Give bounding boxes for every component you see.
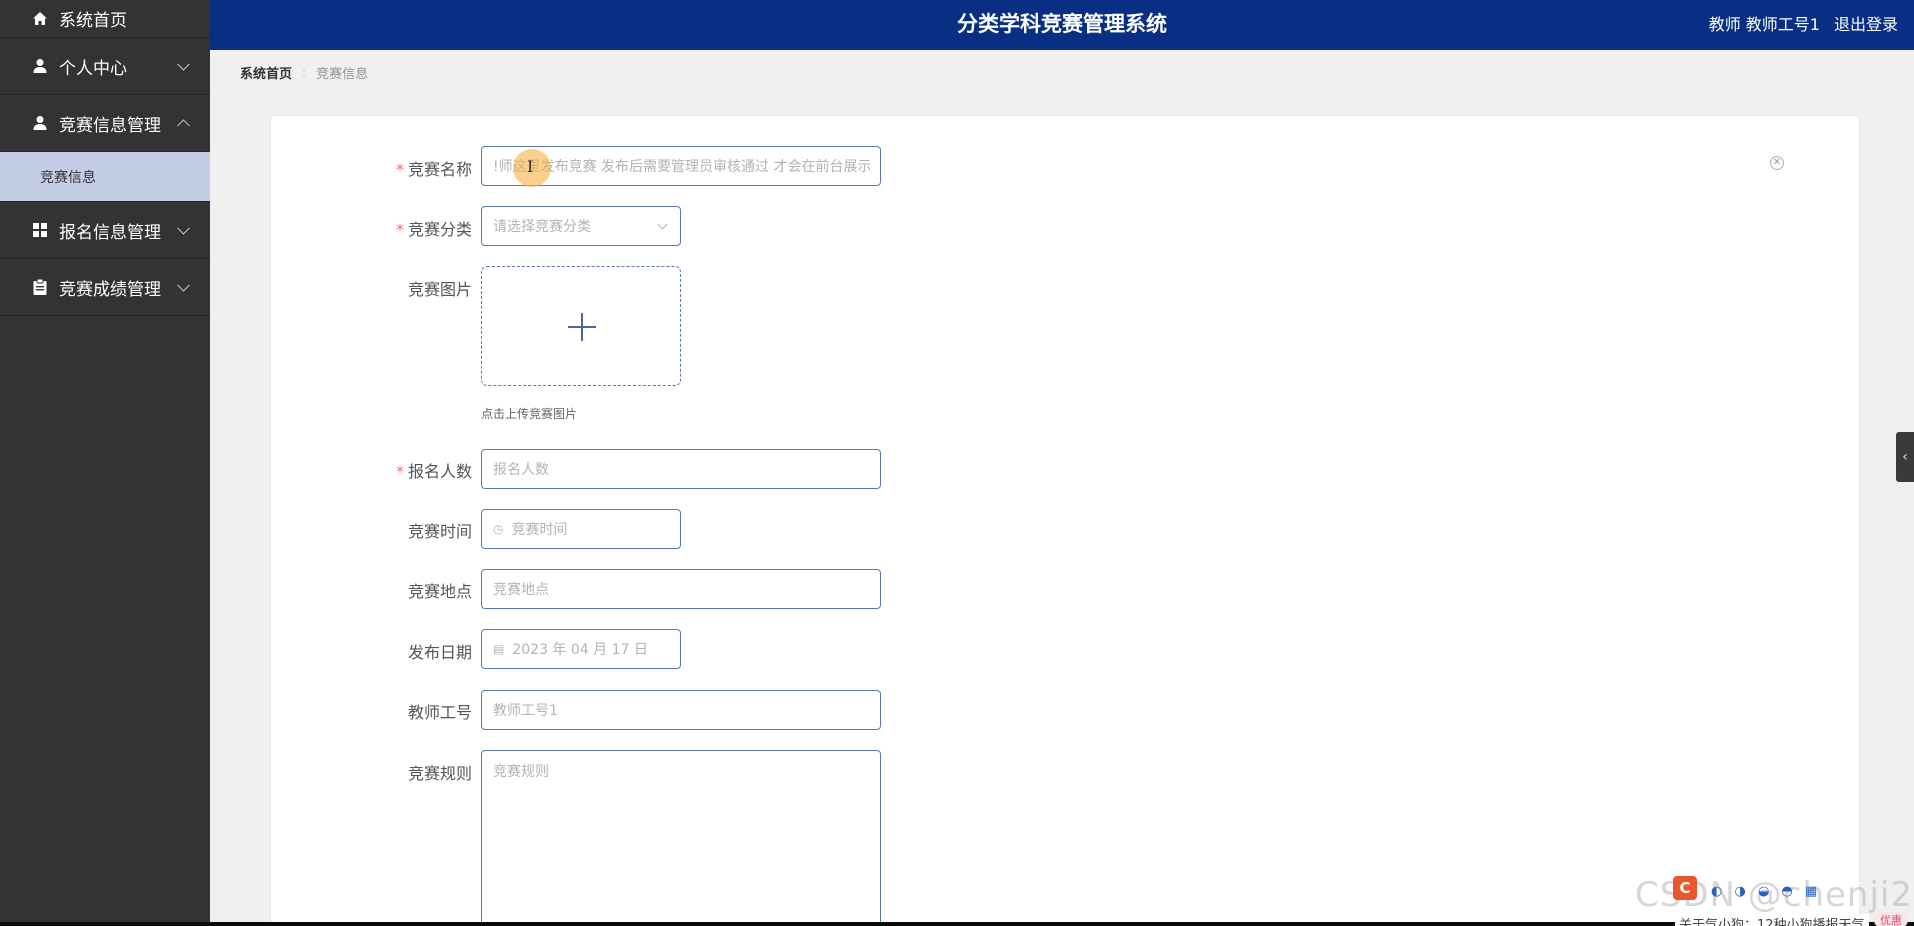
grid-icon (30, 220, 50, 240)
sidebar-item-label: 系统首页 (59, 11, 127, 31)
chevron-up-icon (177, 119, 190, 133)
sidebar-item-label: 竞赛成绩管理 (59, 279, 161, 300)
registration-count-label: * 报名人数 (395, 462, 472, 481)
breadcrumb-current: 竞赛信息 (316, 67, 369, 82)
competition-time-label: 竞赛时间 (407, 522, 472, 541)
competition-location-input[interactable]: 竞赛地点 (481, 569, 881, 609)
chevron-down-icon (657, 219, 668, 230)
breadcrumb-separator: : (302, 65, 307, 80)
collapse-tab-chevron-left-icon[interactable]: ‹ (1896, 432, 1914, 482)
clipboard-icon (30, 277, 50, 297)
teacher-id-value: 教师工号1 (493, 703, 558, 719)
competition-time-picker[interactable]: ◷ 竞赛时间 (481, 509, 681, 549)
image-upload-button[interactable] (481, 266, 681, 386)
competition-image-label: 竞赛图片 (407, 280, 472, 299)
sidebar-item-label: 竞赛信息管理 (59, 115, 161, 136)
teacher-id-input[interactable]: 教师工号1 (481, 690, 881, 730)
competition-rules-placeholder: 竞赛规则 (493, 764, 549, 780)
competition-rules-label: 竞赛规则 (407, 764, 472, 783)
calendar-icon: ▤ (493, 642, 505, 656)
competition-location-label: 竞赛地点 (407, 582, 472, 601)
sidebar-item-registration-management[interactable]: 报名信息管理 (0, 202, 210, 259)
header: 分类学科竞赛管理系统 教师 教师工号1 退出登录 (210, 0, 1914, 50)
home-icon (30, 9, 50, 29)
clock-icon: ◷ (493, 522, 504, 536)
required-mark: * (395, 160, 404, 179)
required-mark: * (395, 462, 404, 481)
publish-date-value: 2023 年 04 月 17 日 (512, 642, 648, 658)
sidebar-item-personal-center[interactable]: 个人中心 (0, 38, 210, 95)
sidebar-item-home[interactable]: 系统首页 (0, 0, 210, 38)
sidebar-item-score-management[interactable]: 竞赛成绩管理 (0, 259, 210, 316)
close-icon[interactable]: ✕ (1770, 156, 1784, 170)
chevron-down-icon (177, 278, 190, 292)
registration-count-placeholder: 报名人数 (493, 462, 549, 478)
competition-rules-textarea[interactable]: 竞赛规则 (481, 750, 881, 926)
app-title: 分类学科竞赛管理系统 (957, 12, 1167, 36)
competition-name-label: * 竞赛名称 (395, 160, 472, 179)
sidebar-item-competition-management[interactable]: 竞赛信息管理 (0, 95, 210, 152)
upload-hint: 点击上传竞赛图片 (481, 407, 578, 421)
csdn-logo-icon: C (1673, 876, 1697, 900)
user-info: 教师 教师工号1 (1708, 15, 1820, 34)
watermark-overlay: CSDN @chenji201 C ◐ ◑ ◒ ◓ ▦ 关于气小狗：12种小狗播… (1635, 872, 1914, 926)
user-icon (30, 56, 50, 76)
promo-tag: 优惠 (1874, 912, 1908, 926)
sidebar: 系统首页 个人中心 竞赛信息管理 竞赛信息 报名信息管理 竞赛成绩管理 (0, 0, 210, 922)
required-mark: * (395, 220, 404, 239)
competition-time-placeholder: 竞赛时间 (511, 522, 568, 538)
competition-location-placeholder: 竞赛地点 (493, 582, 549, 598)
toolbar-icons: ◐ ◑ ◒ ◓ ▦ (1711, 884, 1822, 899)
sidebar-item-label: 报名信息管理 (59, 222, 161, 243)
user-icon (30, 113, 50, 133)
notification-text: 关于气小狗：12种小狗播报天气 (1675, 914, 1869, 926)
breadcrumb-home[interactable]: 系统首页 (240, 63, 292, 82)
competition-category-select[interactable]: 请选择竞赛分类 (481, 206, 681, 246)
logout-link[interactable]: 退出登录 (1834, 11, 1898, 35)
chevron-down-icon (177, 221, 190, 235)
publish-date-label: 发布日期 (407, 643, 472, 662)
competition-category-placeholder: 请选择竞赛分类 (493, 219, 591, 235)
taskbar-strip (0, 922, 1914, 926)
competition-category-label: * 竞赛分类 (395, 220, 472, 239)
text-cursor-icon: I (527, 157, 534, 176)
teacher-id-label: 教师工号 (407, 703, 472, 722)
sidebar-subitem-competition-info[interactable]: 竞赛信息 (0, 152, 210, 202)
publish-date-picker[interactable]: ▤ 2023 年 04 月 17 日 (481, 629, 681, 669)
registration-count-input[interactable]: 报名人数 (481, 449, 881, 489)
breadcrumb: 系统首页 : 竞赛信息 (240, 63, 369, 83)
sidebar-item-label: 个人中心 (59, 58, 127, 79)
chevron-down-icon (177, 57, 190, 71)
